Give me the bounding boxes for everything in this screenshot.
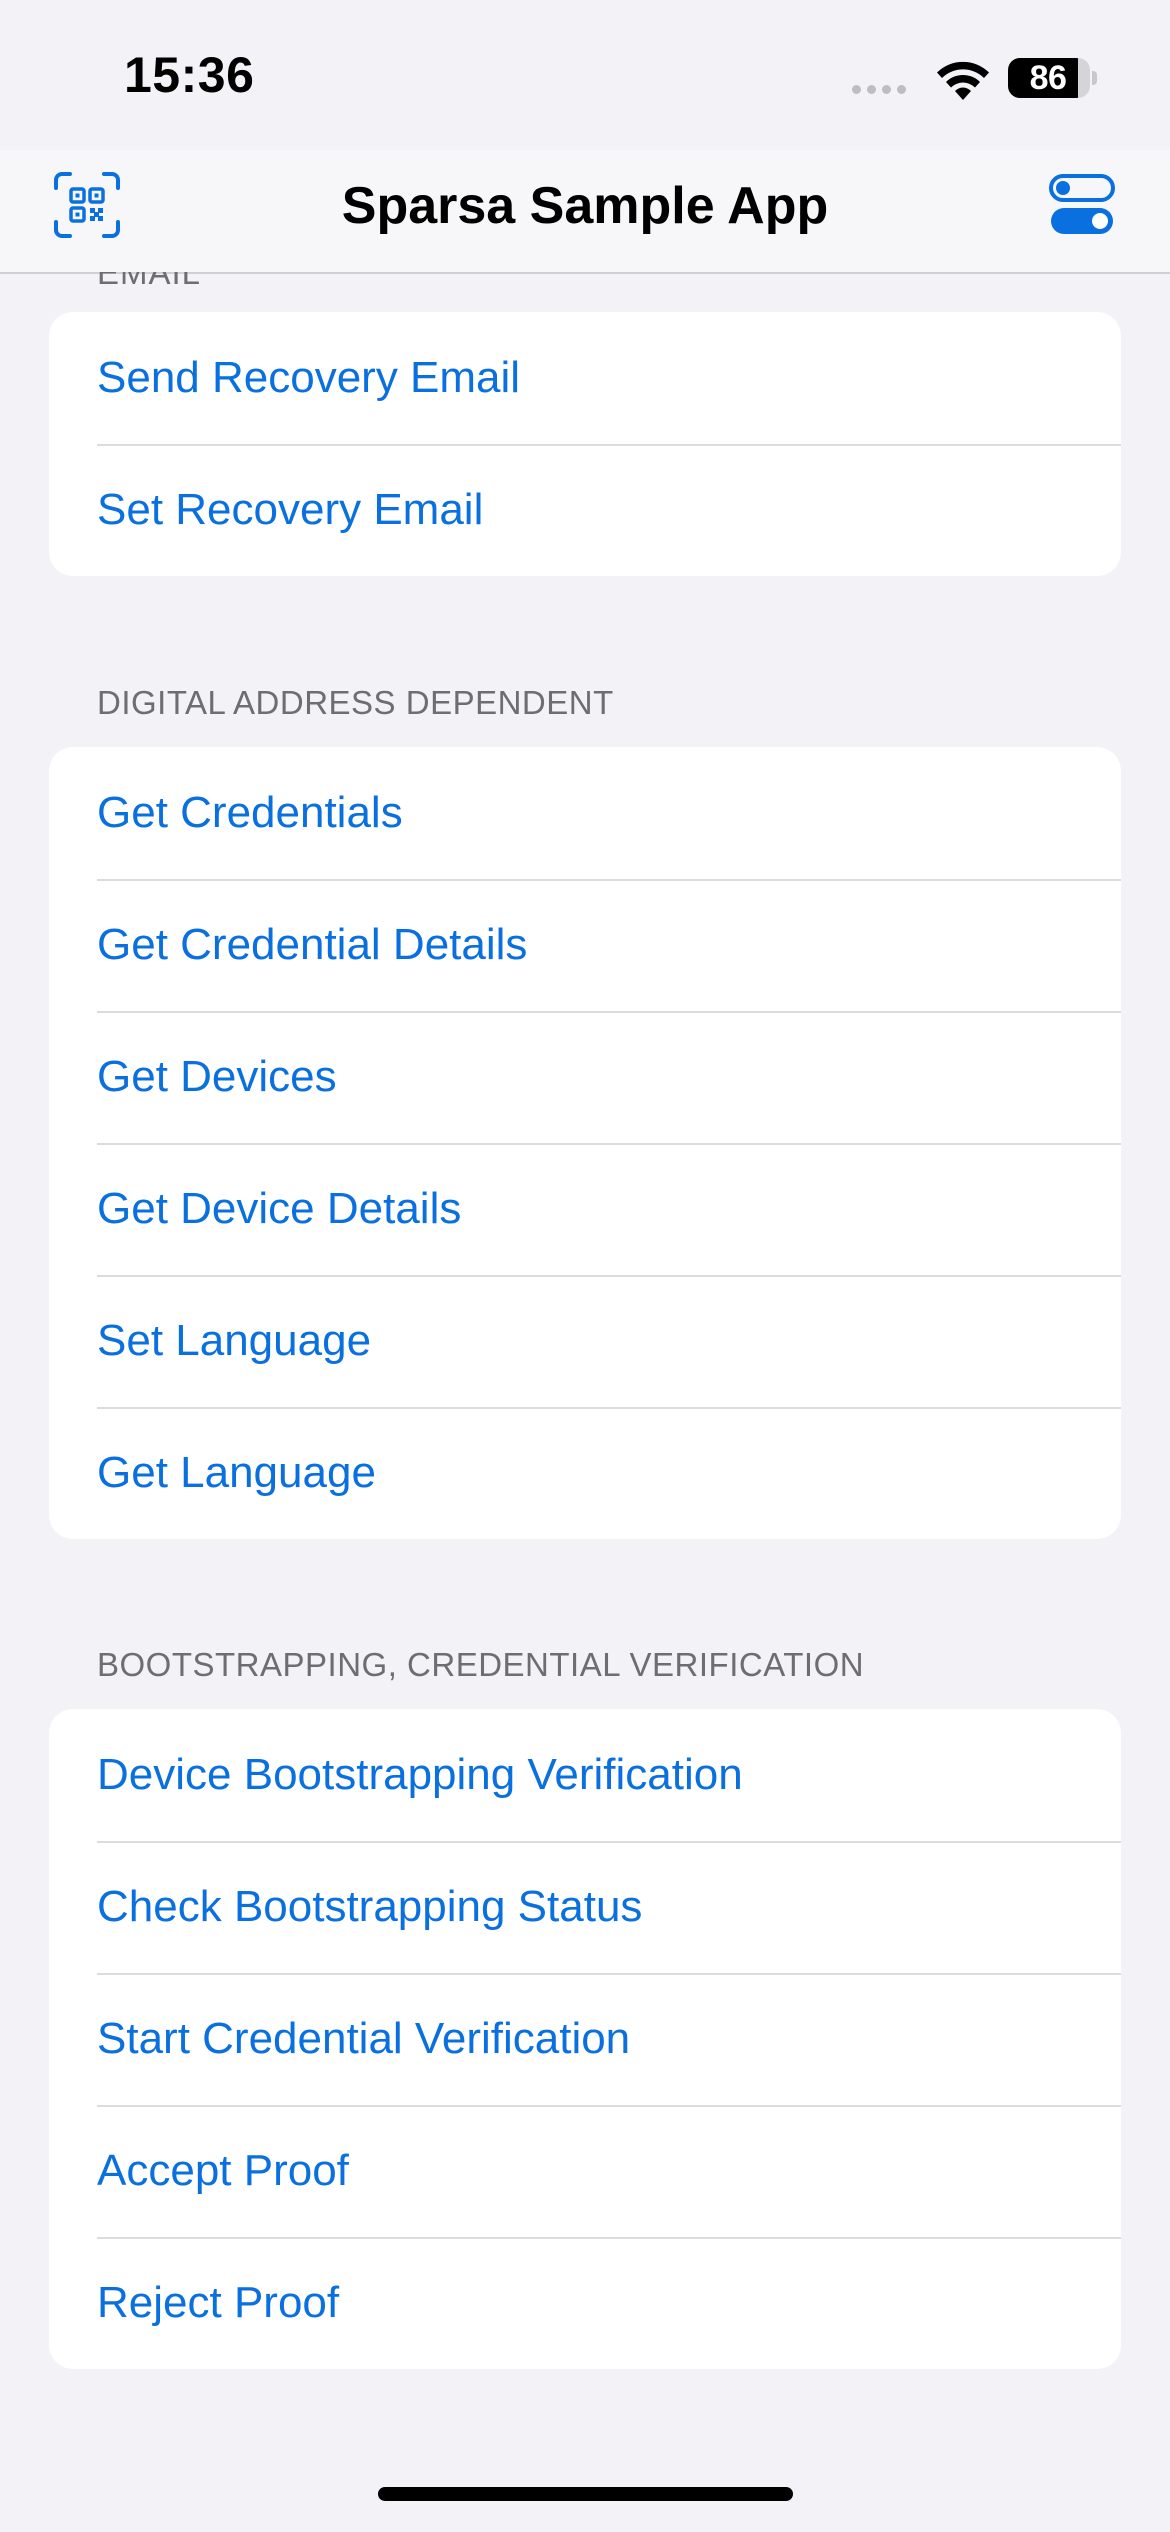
navigation-bar: Sparsa Sample App (0, 150, 1170, 274)
row-label: Set Recovery Email (97, 485, 484, 534)
row-label: Get Devices (97, 1052, 337, 1101)
battery-level: 86 (1008, 58, 1090, 98)
toggle-settings-icon[interactable] (1049, 174, 1115, 236)
get-credential-details-button[interactable]: Get Credential Details (49, 879, 1121, 1011)
row-label: Check Bootstrapping Status (97, 1882, 643, 1931)
home-indicator[interactable] (378, 2487, 793, 2501)
settings-list[interactable]: EMAIL Send Recovery Email Set Recovery E… (0, 272, 1170, 2532)
reject-proof-button[interactable]: Reject Proof (49, 2237, 1121, 2369)
section-header-digital-address: DIGITAL ADDRESS DEPENDENT (97, 684, 614, 721)
row-label: Get Device Details (97, 1184, 462, 1233)
row-label: Set Language (97, 1316, 372, 1365)
get-language-button[interactable]: Get Language (49, 1407, 1121, 1539)
row-label: Reject Proof (97, 2278, 340, 2327)
check-bootstrapping-status-button[interactable]: Check Bootstrapping Status (49, 1841, 1121, 1973)
send-recovery-email-button[interactable]: Send Recovery Email (49, 312, 1121, 444)
row-label: Accept Proof (97, 2146, 349, 2195)
row-label: Start Credential Verification (97, 2014, 631, 2063)
start-credential-verification-button[interactable]: Start Credential Verification (49, 1973, 1121, 2105)
digital-address-section-card: Get Credentials Get Credential Details G… (49, 747, 1121, 1539)
section-header-email: EMAIL (97, 272, 202, 291)
device-bootstrapping-verification-button[interactable]: Device Bootstrapping Verification (49, 1709, 1121, 1841)
cellular-signal-icon (852, 85, 906, 94)
row-label: Device Bootstrapping Verification (97, 1750, 743, 1799)
row-label: Get Credentials (97, 788, 403, 837)
get-devices-button[interactable]: Get Devices (49, 1011, 1121, 1143)
wifi-icon (937, 61, 989, 100)
get-device-details-button[interactable]: Get Device Details (49, 1143, 1121, 1275)
set-language-button[interactable]: Set Language (49, 1275, 1121, 1407)
section-header-bootstrapping: BOOTSTRAPPING, CREDENTIAL VERIFICATION (97, 1646, 865, 1683)
row-label: Get Credential Details (97, 920, 528, 969)
row-label: Send Recovery Email (97, 353, 521, 402)
bootstrapping-section-card: Device Bootstrapping Verification Check … (49, 1709, 1121, 2369)
accept-proof-button[interactable]: Accept Proof (49, 2105, 1121, 2237)
status-bar: 15:36 86 (0, 0, 1170, 150)
get-credentials-button[interactable]: Get Credentials (49, 747, 1121, 879)
row-label: Get Language (97, 1448, 376, 1497)
battery-icon: 86 (1008, 58, 1097, 98)
email-section-card: Send Recovery Email Set Recovery Email (49, 312, 1121, 576)
set-recovery-email-button[interactable]: Set Recovery Email (49, 444, 1121, 576)
page-title: Sparsa Sample App (341, 177, 829, 235)
status-time: 15:36 (124, 47, 255, 103)
